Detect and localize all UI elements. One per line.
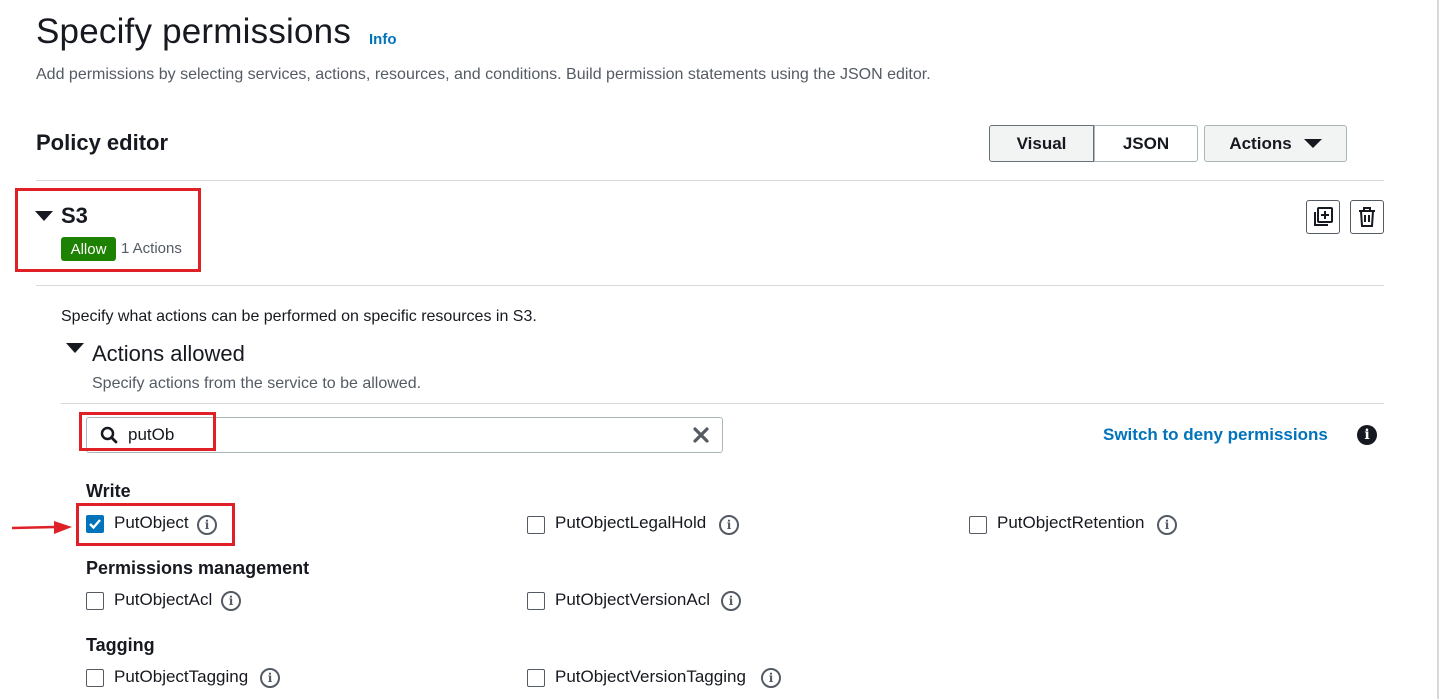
statement-service-title[interactable]: S3 bbox=[61, 203, 88, 229]
info-icon[interactable]: i bbox=[1157, 515, 1177, 535]
actions-dropdown-label: Actions bbox=[1229, 133, 1292, 153]
checkbox-putobjectlegalhold[interactable] bbox=[527, 516, 545, 534]
action-label[interactable]: PutObjectAcl bbox=[114, 590, 212, 610]
visual-mode-button[interactable]: Visual bbox=[989, 125, 1094, 162]
close-icon[interactable] bbox=[692, 426, 710, 444]
action-label[interactable]: PutObjectVersionAcl bbox=[555, 590, 710, 610]
info-icon[interactable]: i bbox=[721, 591, 741, 611]
switch-to-deny-link[interactable]: Switch to deny permissions bbox=[1103, 425, 1328, 445]
divider bbox=[36, 180, 1384, 181]
group-title-write: Write bbox=[86, 481, 131, 501]
info-link[interactable]: Info bbox=[369, 31, 397, 48]
action-label[interactable]: PutObjectTagging bbox=[114, 667, 248, 687]
action-label[interactable]: PutObjectRetention bbox=[997, 513, 1144, 533]
checkbox-putobjectretention[interactable] bbox=[969, 516, 987, 534]
info-icon[interactable]: i bbox=[761, 668, 781, 688]
info-icon[interactable]: i bbox=[719, 515, 739, 535]
info-icon[interactable]: i bbox=[260, 668, 280, 688]
info-icon[interactable]: i bbox=[1357, 425, 1377, 445]
action-count: 1 Actions bbox=[121, 240, 182, 257]
checkbox-putobjecttagging[interactable] bbox=[86, 669, 104, 687]
divider bbox=[36, 285, 1384, 286]
page-title: Specify permissions bbox=[36, 12, 352, 51]
info-icon[interactable]: i bbox=[221, 591, 241, 611]
duplicate-icon bbox=[1314, 207, 1333, 226]
actions-allowed-description: Specify actions from the service to be a… bbox=[92, 375, 422, 392]
service-description: Specify what actions can be performed on… bbox=[61, 308, 537, 325]
json-mode-button[interactable]: JSON bbox=[1094, 125, 1198, 162]
caret-down-icon[interactable] bbox=[35, 211, 53, 221]
actions-allowed-title[interactable]: Actions allowed bbox=[92, 341, 245, 367]
checkbox-putobjectacl[interactable] bbox=[86, 592, 104, 610]
action-label[interactable]: PutObjectLegalHold bbox=[555, 513, 706, 533]
divider bbox=[61, 403, 1384, 404]
checkbox-putobjectversiontagging[interactable] bbox=[527, 669, 545, 687]
highlight-box-search bbox=[79, 412, 216, 451]
effect-badge: Allow bbox=[61, 237, 116, 261]
delete-statement-button[interactable] bbox=[1350, 200, 1384, 234]
page-description: Add permissions by selecting services, a… bbox=[36, 66, 931, 83]
trash-icon bbox=[1359, 207, 1375, 227]
action-label[interactable]: PutObjectVersionTagging bbox=[555, 667, 746, 687]
chevron-down-icon bbox=[1303, 139, 1322, 148]
policy-editor-title: Policy editor bbox=[36, 130, 169, 155]
actions-dropdown-button[interactable]: Actions bbox=[1204, 125, 1347, 162]
highlight-box-putobject bbox=[76, 503, 235, 546]
group-title-tagging: Tagging bbox=[86, 635, 155, 655]
duplicate-statement-button[interactable] bbox=[1306, 200, 1340, 234]
group-title-permissions-management: Permissions management bbox=[86, 558, 310, 578]
red-arrow-annotation bbox=[11, 521, 72, 534]
caret-down-icon[interactable] bbox=[66, 343, 84, 353]
checkbox-putobjectversionacl[interactable] bbox=[527, 592, 545, 610]
